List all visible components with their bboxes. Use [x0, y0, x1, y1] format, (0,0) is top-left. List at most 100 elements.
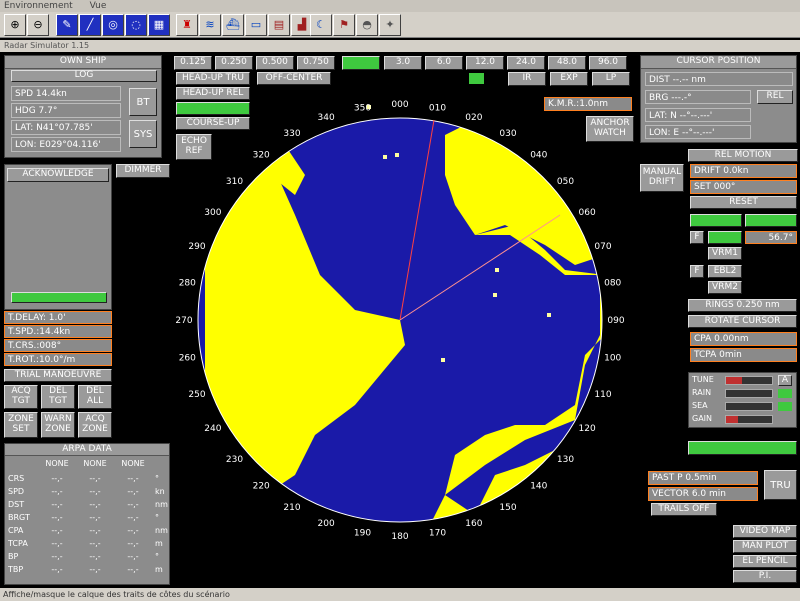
circle-icon[interactable]: ◌	[125, 14, 147, 36]
radar-target[interactable]	[383, 155, 387, 159]
warn-zone-button[interactable]: WARN ZONE	[41, 412, 75, 438]
video-map-button[interactable]: VIDEO MAP	[733, 525, 797, 538]
radar-target[interactable]	[395, 153, 399, 157]
trial-manoeuvre-button[interactable]: TRIAL MANOEUVRE	[4, 369, 112, 382]
range-button[interactable]: 0.125	[174, 56, 212, 70]
range-button[interactable]: 12.0	[466, 56, 504, 70]
own-ship-title: OWN SHIP	[5, 56, 161, 69]
rain-slider[interactable]	[725, 389, 773, 398]
radar-controls-panel: TUNE A RAIN SEA GAIN	[688, 372, 797, 428]
line-icon[interactable]: ╱	[79, 14, 101, 36]
man-plot-button[interactable]: MAN PLOT	[733, 540, 797, 553]
acq-zone-button[interactable]: ACQ ZONE	[78, 412, 112, 438]
ebl1-toggle[interactable]	[690, 214, 742, 227]
del-all-button[interactable]: DEL ALL	[78, 385, 112, 409]
arpa-cell: --,-	[51, 513, 63, 522]
bearing-label: 160	[465, 519, 482, 529]
alarm-panel: ACKNOWLEDGE	[4, 164, 112, 310]
range-button[interactable]: 3.0	[384, 56, 422, 70]
range-button[interactable]: 6.0	[425, 56, 463, 70]
bearing-label: 320	[253, 151, 270, 161]
radar-target[interactable]	[441, 358, 445, 362]
ebl2-f-button[interactable]: F	[690, 265, 704, 278]
vrm1-button[interactable]: VRM1	[708, 247, 742, 260]
rel-motion-title[interactable]: REL MOTION	[688, 149, 798, 162]
zoom-in-icon[interactable]: ⊕	[4, 14, 26, 36]
arpa-cell: --,-	[89, 552, 101, 561]
arpa-row-label: DST	[8, 500, 25, 509]
compass-icon[interactable]: ✦	[379, 14, 401, 36]
range-button[interactable]: 0.500	[256, 56, 294, 70]
arpa-unit: °	[155, 552, 159, 561]
arpa-row-label: CRS	[8, 474, 25, 483]
range-button[interactable]: 96.0	[589, 56, 627, 70]
menu-bar: Environnement Vue	[0, 0, 800, 12]
moon-icon[interactable]: ☾	[310, 14, 332, 36]
rain-label: RAIN	[692, 388, 712, 397]
arpa-cell: --,-	[89, 526, 101, 535]
map-icon[interactable]: ▤	[268, 14, 290, 36]
chart-icon[interactable]: ▦	[148, 14, 170, 36]
bearing-label: 060	[579, 208, 596, 218]
ebl-mode-toggle[interactable]	[745, 214, 797, 227]
range-button[interactable]: 48.0	[548, 56, 586, 70]
monitor-icon[interactable]: ▭	[245, 14, 267, 36]
longitude-readout: LON: E029°04.116'	[11, 137, 121, 152]
range-button[interactable]: 0.750	[297, 56, 335, 70]
tune-slider[interactable]	[725, 376, 773, 385]
reset-button[interactable]: RESET	[690, 196, 797, 209]
pi-button[interactable]: P.I.	[733, 570, 797, 583]
arpa-cell: --,-	[51, 539, 63, 548]
radar-target[interactable]	[495, 268, 499, 272]
gain-slider[interactable]	[725, 415, 773, 424]
menu-vue[interactable]: Vue	[90, 1, 107, 11]
bearing-label: 090	[607, 316, 624, 326]
acq-tgt-button[interactable]: ACQ TGT	[4, 385, 38, 409]
arpa-cell: --,-	[51, 487, 63, 496]
zone-set-button[interactable]: ZONE SET	[4, 412, 38, 438]
zoom-out-icon[interactable]: ⊖	[27, 14, 49, 36]
tru-button[interactable]: TRU	[764, 470, 797, 500]
el-pencil-button[interactable]: EL PENCIL	[733, 555, 797, 568]
bearing-label: 030	[499, 129, 516, 139]
range-button[interactable]: 24.0	[507, 56, 545, 70]
acknowledge-button[interactable]: ACKNOWLEDGE	[7, 168, 109, 182]
ebl2-button[interactable]: EBL2	[708, 265, 742, 278]
gauge-icon[interactable]: ◓	[356, 14, 378, 36]
rel-button[interactable]: REL	[757, 90, 793, 104]
arpa-unit: m	[155, 565, 163, 574]
menu-environnement[interactable]: Environnement	[4, 1, 73, 11]
del-tgt-button[interactable]: DEL TGT	[41, 385, 75, 409]
vrm2-button[interactable]: VRM2	[708, 281, 742, 294]
arpa-col: NONE	[45, 459, 69, 468]
radar-target[interactable]	[493, 293, 497, 297]
buoy-icon[interactable]: ♜	[176, 14, 198, 36]
trails-off-button[interactable]: TRAILS OFF	[651, 503, 717, 516]
ship-icon[interactable]: ⛴	[222, 14, 244, 36]
bearing-label: 140	[530, 482, 547, 492]
range-button-selected[interactable]: 1.5	[342, 56, 380, 70]
arpa-row-label: TCPA	[8, 539, 28, 548]
ebl1-button[interactable]	[708, 231, 742, 244]
radar-display[interactable]: 000 010 020 030 040 050 060 070 080 090 100 110 120 1…	[145, 75, 655, 550]
rotate-cursor-button[interactable]: ROTATE CURSOR	[688, 315, 797, 328]
rings-button[interactable]: RINGS 0.250 nm	[688, 299, 797, 312]
range-button[interactable]: 0.250	[215, 56, 253, 70]
wave-icon[interactable]: ≋	[199, 14, 221, 36]
log-button[interactable]: LOG	[11, 70, 157, 82]
target-icon[interactable]: ◎	[102, 14, 124, 36]
gain-label: GAIN	[692, 414, 713, 423]
trial-speed-readout: T.SPD.:14.4kn	[4, 325, 112, 338]
auto-button[interactable]: A	[778, 375, 792, 386]
bearing-label: 270	[175, 316, 192, 326]
arpa-cell: --,-	[89, 565, 101, 574]
radar-target[interactable]	[547, 313, 551, 317]
sea-slider[interactable]	[725, 402, 773, 411]
pen-icon[interactable]: ✎	[56, 14, 78, 36]
bearing-label: 280	[179, 279, 196, 289]
flag-icon[interactable]: ⚑	[333, 14, 355, 36]
ebl-f-button[interactable]: F	[690, 231, 704, 244]
trial-rot-readout: T.ROT.:10.0°/m	[4, 353, 112, 366]
app-title: Radar Simulator 1.15	[0, 40, 800, 52]
arpa-cell: --,-	[89, 474, 101, 483]
